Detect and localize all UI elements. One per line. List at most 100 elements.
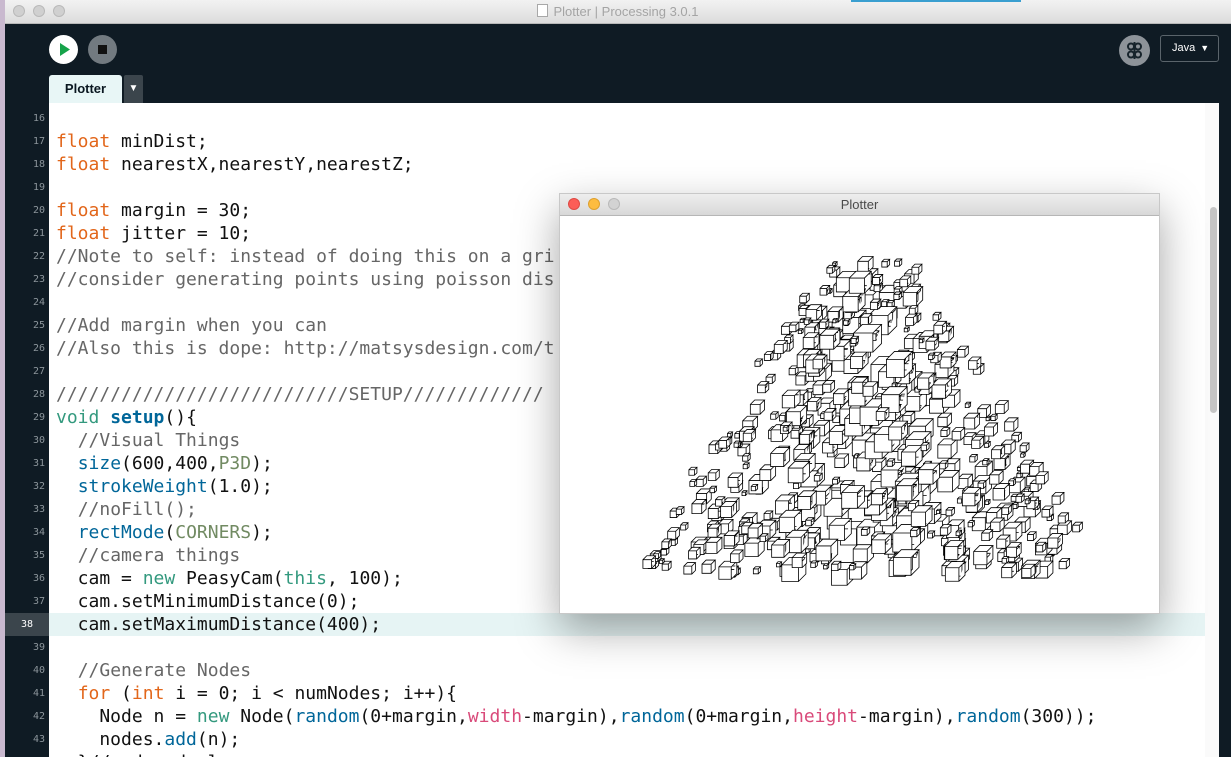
code-text: float margin = 30; bbox=[56, 200, 252, 221]
sketch-titlebar: Plotter bbox=[560, 194, 1159, 216]
cube-node bbox=[940, 427, 951, 437]
code-line[interactable]: }//end node loop bbox=[5, 751, 1205, 757]
cube-node bbox=[688, 546, 702, 560]
cube-node bbox=[832, 317, 839, 324]
cube-node bbox=[831, 560, 842, 572]
cube-node bbox=[823, 563, 830, 570]
stop-button[interactable] bbox=[88, 35, 117, 64]
editor-scrollbar-track[interactable] bbox=[1205, 103, 1219, 757]
sketch-title: Plotter bbox=[840, 197, 879, 212]
cube-node bbox=[899, 275, 912, 288]
cube-node bbox=[990, 413, 999, 421]
sketch-canvas[interactable] bbox=[560, 216, 1159, 613]
cube-node bbox=[955, 529, 963, 537]
cube-node bbox=[850, 350, 870, 369]
cube-node bbox=[750, 483, 759, 492]
code-line[interactable]: 17 float minDist; bbox=[5, 130, 1205, 153]
run-button[interactable] bbox=[49, 35, 78, 64]
cube-node bbox=[973, 545, 994, 566]
code-line[interactable]: 43 nodes.add(n); bbox=[5, 728, 1205, 751]
tab-plotter[interactable]: Plotter bbox=[49, 75, 122, 103]
cube-node bbox=[996, 534, 1011, 549]
code-text: nodes.add(n); bbox=[56, 729, 241, 750]
cube-node bbox=[1058, 557, 1071, 570]
cube-node bbox=[689, 479, 698, 487]
cube-node bbox=[642, 555, 657, 569]
cube-node bbox=[961, 487, 982, 507]
cube-node bbox=[752, 566, 762, 575]
cube-node bbox=[917, 372, 935, 390]
cube-node bbox=[925, 336, 940, 351]
cube-node bbox=[969, 454, 979, 463]
cube-node bbox=[888, 420, 909, 441]
cube-node bbox=[822, 380, 836, 393]
cube-node bbox=[787, 461, 811, 484]
line-number: 31 bbox=[32, 458, 45, 469]
line-number: 34 bbox=[32, 527, 45, 538]
cube-node bbox=[695, 475, 708, 487]
cube-node bbox=[860, 526, 871, 536]
cube-node bbox=[841, 485, 866, 509]
play-icon bbox=[60, 43, 70, 56]
sketch-window[interactable]: Plotter bbox=[559, 193, 1160, 614]
code-line[interactable]: 38 cam.setMaximumDistance(400); bbox=[5, 613, 1205, 636]
code-text: size(600,400,P3D); bbox=[77, 453, 273, 474]
cube-node bbox=[937, 470, 961, 493]
cube-node bbox=[1027, 531, 1038, 541]
code-text: cam.setMinimumDistance(0); bbox=[56, 591, 360, 612]
cube-node bbox=[828, 517, 853, 541]
line-number: 27 bbox=[32, 366, 45, 377]
cube-node bbox=[881, 258, 891, 268]
cube-node bbox=[910, 505, 933, 527]
code-text: cam = new PeasyCam(this, 100); bbox=[56, 568, 403, 589]
cube-node bbox=[859, 313, 873, 326]
cube-node bbox=[991, 445, 1006, 460]
line-number: 38 bbox=[5, 613, 49, 636]
cube-node bbox=[857, 256, 875, 273]
cube-node bbox=[810, 560, 819, 568]
cube-node bbox=[1015, 493, 1026, 503]
cube-node bbox=[1001, 562, 1018, 579]
cube-node bbox=[1035, 471, 1050, 485]
code-line[interactable]: 42 Node n = new Node(random(0+margin,wid… bbox=[5, 705, 1205, 728]
cube-node bbox=[815, 538, 839, 562]
tab-label: Plotter bbox=[64, 81, 107, 96]
cube-node bbox=[937, 438, 959, 459]
window-title: Plotter | Processing 3.0.1 bbox=[553, 4, 699, 19]
cube-node bbox=[849, 563, 857, 571]
editor-scrollbar-thumb[interactable] bbox=[1210, 207, 1217, 413]
code-text: void setup(){ bbox=[56, 407, 197, 428]
cube-node bbox=[823, 408, 837, 421]
tab-menu-button[interactable]: ▼ bbox=[124, 75, 143, 103]
cube-node bbox=[773, 339, 789, 354]
code-text: Node n = new Node(random(0+margin,width-… bbox=[56, 706, 1097, 727]
cube-node bbox=[968, 356, 982, 370]
line-number: 35 bbox=[32, 550, 45, 561]
mode-selector[interactable]: Java ▼ bbox=[1160, 35, 1219, 62]
cube-node bbox=[707, 523, 723, 538]
cube-node bbox=[819, 285, 831, 296]
code-line[interactable]: 40 //Generate Nodes bbox=[5, 659, 1205, 682]
line-number: 21 bbox=[32, 228, 45, 239]
cube-node bbox=[936, 508, 942, 515]
code-line[interactable]: 16 bbox=[5, 107, 1205, 130]
cube-node bbox=[1047, 533, 1064, 549]
cube-node bbox=[661, 538, 673, 549]
code-line[interactable]: 39 bbox=[5, 636, 1205, 659]
debugger-button[interactable] bbox=[1119, 35, 1150, 66]
code-line[interactable]: 18 float nearestX,nearestY,nearestZ; bbox=[5, 153, 1205, 176]
cube-node bbox=[826, 264, 836, 274]
cube-node bbox=[910, 527, 921, 538]
cube-node bbox=[870, 488, 889, 506]
cube-node bbox=[680, 522, 689, 531]
cube-node bbox=[939, 524, 952, 536]
cube-node bbox=[812, 354, 828, 370]
cube-node bbox=[964, 401, 972, 408]
code-line[interactable]: 41 for (int i = 0; i < numNodes; i++){ bbox=[5, 682, 1205, 705]
cube-node bbox=[981, 529, 994, 542]
mode-label: Java bbox=[1172, 42, 1196, 54]
line-number: 26 bbox=[32, 343, 45, 354]
cube-node bbox=[872, 274, 884, 285]
cube-cloud bbox=[642, 256, 1084, 586]
document-icon bbox=[537, 4, 549, 17]
